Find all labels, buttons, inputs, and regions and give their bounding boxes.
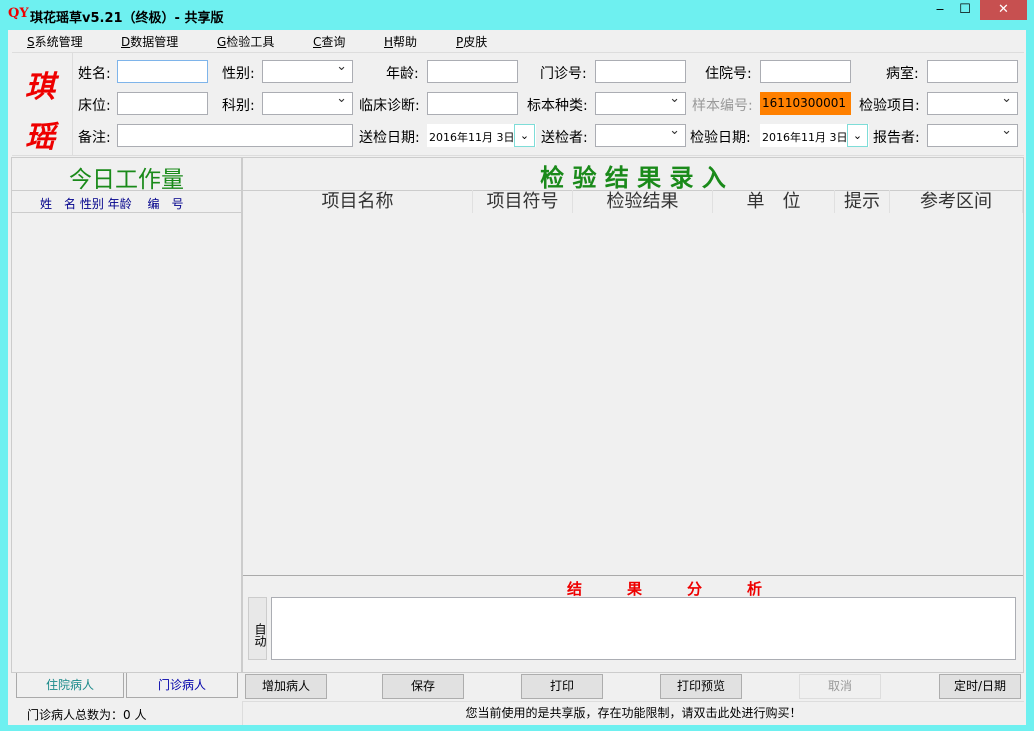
tab-inpatient[interactable]: 住院病人 bbox=[16, 673, 124, 698]
age-input[interactable] bbox=[427, 60, 518, 83]
test-date-label: 检验日期: bbox=[690, 130, 751, 146]
department-label: 科别: bbox=[222, 98, 255, 114]
menu-system[interactable]: S系统管理 bbox=[27, 33, 83, 50]
test-item-label: 检验项目: bbox=[859, 98, 920, 114]
title-bar: QY 琪花瑶草v5.21（终极）- 共享版 ‒ ☐ ✕ bbox=[0, 0, 1034, 30]
col-unit[interactable]: 单 位 bbox=[713, 190, 835, 213]
inpatient-no-label: 住院号: bbox=[705, 66, 752, 82]
add-patient-button[interactable]: 增加病人 bbox=[245, 674, 327, 699]
age-label: 年龄: bbox=[386, 66, 419, 82]
sex-select[interactable] bbox=[262, 59, 353, 83]
reporter-label: 报告者: bbox=[873, 130, 920, 146]
sex-label: 性别: bbox=[222, 66, 255, 82]
brand-char-2: 瑶 bbox=[25, 120, 55, 155]
sample-no-input[interactable]: 16110300001 bbox=[760, 92, 851, 115]
menu-help[interactable]: H帮助 bbox=[384, 33, 417, 50]
window-title: 琪花瑶草v5.21（终极）- 共享版 bbox=[30, 11, 224, 26]
chevron-down-icon[interactable]: ⌄ bbox=[514, 124, 535, 147]
workload-header: 姓 名 性别 年龄 编 号 bbox=[12, 190, 241, 213]
close-button[interactable]: ✕ bbox=[980, 0, 1027, 20]
outpatient-no-input[interactable] bbox=[595, 60, 686, 83]
reporter-select[interactable] bbox=[927, 123, 1018, 147]
specimen-type-label: 标本种类: bbox=[527, 98, 588, 114]
test-item-select[interactable] bbox=[927, 91, 1018, 115]
chevron-down-icon[interactable]: ⌄ bbox=[847, 124, 868, 147]
patient-count: 门诊病人总数为：0 人 bbox=[27, 708, 147, 722]
name-input[interactable] bbox=[117, 60, 208, 83]
department-select[interactable] bbox=[262, 91, 353, 115]
sample-no-label: 样本编号: bbox=[692, 98, 753, 114]
specimen-type-select[interactable] bbox=[595, 91, 686, 115]
remark-label: 备注: bbox=[78, 130, 111, 146]
workload-panel bbox=[11, 157, 242, 673]
ward-label: 病室: bbox=[886, 66, 919, 82]
timer-date-button[interactable]: 定时/日期 bbox=[939, 674, 1021, 699]
results-title: 检 验 结 果 录 入 bbox=[540, 164, 726, 192]
diagnosis-input[interactable] bbox=[427, 92, 518, 115]
remark-input[interactable] bbox=[117, 124, 353, 147]
send-date-label: 送检日期: bbox=[359, 130, 420, 146]
bed-label: 床位: bbox=[78, 98, 111, 114]
save-button[interactable]: 保存 bbox=[382, 674, 464, 699]
analysis-title: 结 果 分 析 bbox=[566, 580, 762, 598]
print-button[interactable]: 打印 bbox=[521, 674, 603, 699]
menu-skin[interactable]: P皮肤 bbox=[456, 33, 487, 50]
analysis-textarea[interactable] bbox=[271, 597, 1016, 660]
col-result[interactable]: 检验结果 bbox=[573, 190, 713, 213]
auto-analysis-button[interactable]: 自动 bbox=[248, 597, 267, 660]
name-label: 姓名: bbox=[78, 66, 111, 82]
ward-input[interactable] bbox=[927, 60, 1018, 83]
tab-outpatient[interactable]: 门诊病人 bbox=[126, 673, 238, 698]
minimize-button[interactable]: ‒ bbox=[930, 2, 950, 17]
brand-char-1: 琪 bbox=[25, 70, 55, 105]
purchase-status[interactable]: 您当前使用的是共享版，存在功能限制，请双击此处进行购买！ bbox=[242, 701, 1024, 725]
maximize-button[interactable]: ☐ bbox=[954, 2, 976, 17]
sender-label: 送检者: bbox=[541, 130, 588, 146]
col-reference-range[interactable]: 参考区间 bbox=[890, 190, 1023, 213]
col-item-name[interactable]: 项目名称 bbox=[243, 190, 473, 213]
sender-select[interactable] bbox=[595, 123, 686, 147]
app-logo-icon: QY bbox=[8, 6, 29, 21]
col-hint[interactable]: 提示 bbox=[835, 190, 890, 213]
send-date-picker[interactable]: 2016年11月 3日 ⌄ bbox=[427, 124, 536, 147]
diagnosis-label: 临床诊断: bbox=[359, 98, 420, 114]
menu-query[interactable]: C查询 bbox=[313, 33, 345, 50]
test-date-picker[interactable]: 2016年11月 3日 ⌄ bbox=[760, 124, 869, 147]
menu-tools[interactable]: G检验工具 bbox=[217, 33, 274, 50]
menu-data[interactable]: D数据管理 bbox=[121, 33, 178, 50]
workload-title: 今日工作量 bbox=[69, 167, 184, 193]
print-preview-button[interactable]: 打印预览 bbox=[660, 674, 742, 699]
outpatient-no-label: 门诊号: bbox=[540, 66, 587, 82]
col-item-code[interactable]: 项目符号 bbox=[473, 190, 573, 213]
cancel-button[interactable]: 取消 bbox=[799, 674, 881, 699]
results-table[interactable] bbox=[243, 190, 1023, 576]
bed-input[interactable] bbox=[117, 92, 208, 115]
inpatient-no-input[interactable] bbox=[760, 60, 851, 83]
